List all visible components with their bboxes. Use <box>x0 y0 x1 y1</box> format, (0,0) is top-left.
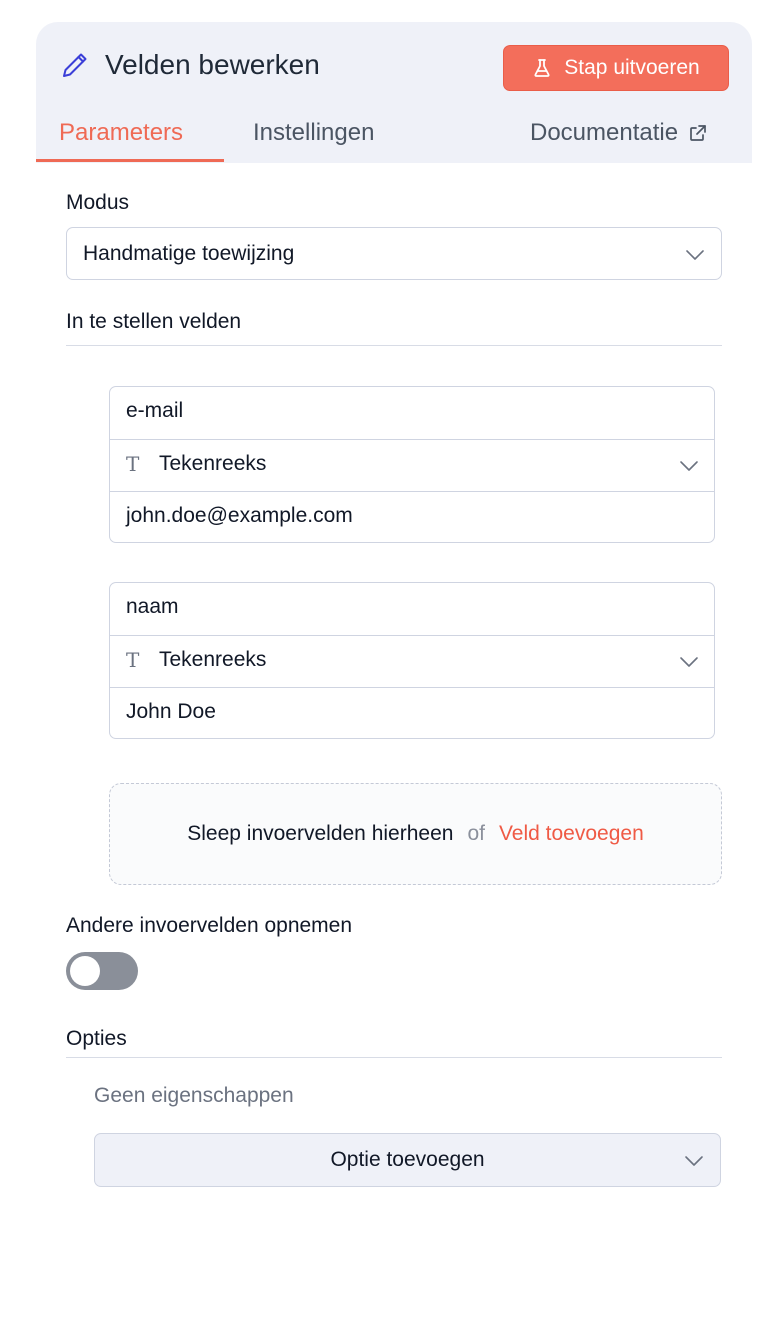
toggle-knob <box>70 956 100 986</box>
field-value-input[interactable]: john.doe@example.com <box>110 491 714 542</box>
chevron-down-icon <box>680 657 698 667</box>
mode-label: Modus <box>66 191 130 214</box>
tab-settings[interactable]: Instellingen <box>253 118 374 148</box>
field-value-text: John Doe <box>126 700 216 723</box>
include-other-label: Andere invoervelden opnemen <box>66 914 353 937</box>
field-name-value: naam <box>126 595 179 618</box>
options-divider <box>66 1057 722 1058</box>
fields-dropzone[interactable]: Sleep invoervelden hierheen of Veld toev… <box>109 783 722 885</box>
text-type-icon: T <box>126 648 140 672</box>
chevron-down-icon <box>686 250 704 260</box>
chevron-down-icon <box>685 1156 703 1166</box>
run-step-label: Stap uitvoeren <box>564 56 700 79</box>
field-group-email: e-mail T Tekenreeks john.doe@example.com <box>109 386 715 543</box>
flask-icon <box>534 59 550 77</box>
dropzone-text: Sleep invoervelden hierheen <box>187 822 454 845</box>
field-type-select[interactable]: T Tekenreeks <box>110 635 714 687</box>
tab-documentation-label: Documentatie <box>530 119 679 146</box>
chevron-down-icon <box>680 461 698 471</box>
field-type-value: Tekenreeks <box>159 648 267 671</box>
tab-documentation[interactable]: Documentatie <box>530 118 708 148</box>
field-group-name: naam T Tekenreeks John Doe <box>109 582 715 739</box>
tab-parameters[interactable]: Parameters <box>59 118 183 148</box>
mode-select[interactable]: Handmatige toewijzing <box>66 227 722 280</box>
edit-fields-panel: Velden bewerken Stap uitvoeren Parameter… <box>36 22 752 1325</box>
text-type-icon: T <box>126 452 140 476</box>
options-label: Opties <box>66 1027 127 1050</box>
no-properties-text: Geen eigenschappen <box>94 1084 294 1107</box>
panel-title: Velden bewerken <box>105 49 320 80</box>
fields-section-divider <box>66 345 722 346</box>
include-other-toggle[interactable] <box>66 952 138 990</box>
field-name-input[interactable]: e-mail <box>110 387 714 439</box>
field-type-value: Tekenreeks <box>159 452 267 475</box>
pencil-icon <box>63 53 87 77</box>
field-name-value: e-mail <box>126 399 184 422</box>
panel-header: Velden bewerken Stap uitvoeren Parameter… <box>36 22 752 163</box>
external-link-icon <box>690 125 706 141</box>
field-name-input[interactable]: naam <box>110 583 714 635</box>
mode-select-value: Handmatige toewijzing <box>83 242 295 265</box>
add-option-button[interactable]: Optie toevoegen <box>94 1133 721 1187</box>
field-type-select[interactable]: T Tekenreeks <box>110 439 714 491</box>
add-field-link[interactable]: Veld toevoegen <box>499 822 644 846</box>
add-option-label: Optie toevoegen <box>330 1148 485 1171</box>
field-value-text: john.doe@example.com <box>126 504 353 527</box>
active-tab-indicator <box>36 159 224 162</box>
run-step-button[interactable]: Stap uitvoeren <box>503 45 729 91</box>
field-value-input[interactable]: John Doe <box>110 687 714 738</box>
dropzone-or: of <box>467 822 485 845</box>
fields-section-label: In te stellen velden <box>66 310 242 333</box>
